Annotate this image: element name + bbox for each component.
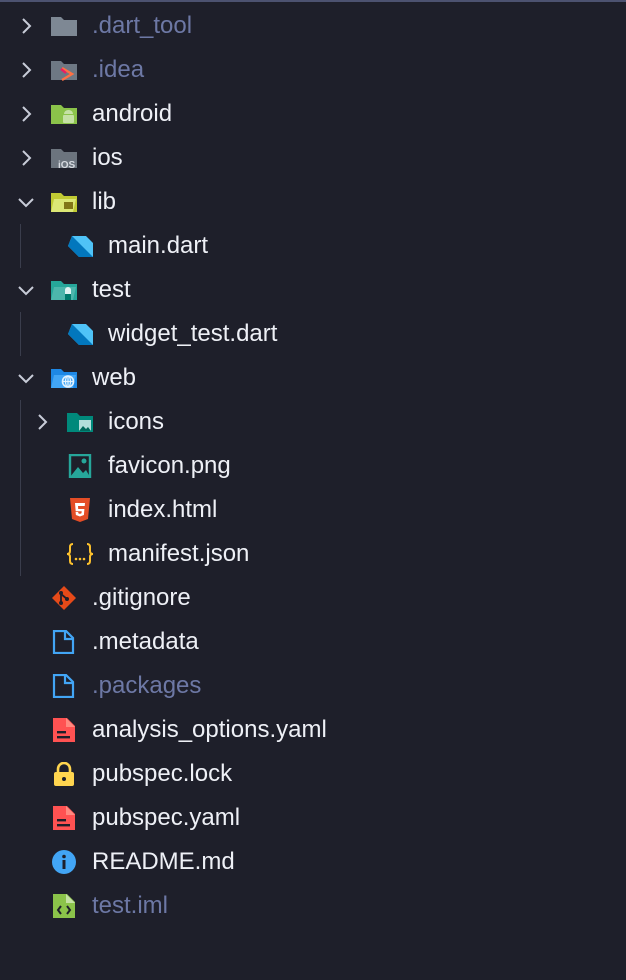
- test-folder-icon: [51, 281, 77, 300]
- tree-item-label: main.dart: [108, 232, 209, 259]
- file-icon: [52, 674, 75, 698]
- chevron-right-icon[interactable]: [14, 14, 38, 38]
- chevron-right-icon[interactable]: [14, 58, 38, 82]
- tree-item-pubspec-lock[interactable]: pubspec.lock: [0, 752, 626, 796]
- tree-item-dart-tool[interactable]: .dart_tool: [0, 4, 626, 48]
- tree-item-label: android: [92, 100, 173, 127]
- tree-item-label: ios: [92, 144, 123, 171]
- chevron-right-icon[interactable]: [30, 410, 54, 434]
- chevron-down-icon[interactable]: [14, 366, 38, 390]
- dart-icon: [68, 236, 93, 257]
- android-folder-icon: [51, 105, 77, 124]
- tree-item-ios[interactable]: iOS ios: [0, 136, 626, 180]
- yaml-icon: [53, 806, 75, 830]
- tree-item-label: lib: [92, 188, 117, 215]
- lib-folder-icon: [51, 193, 77, 212]
- tree-item-manifest-json[interactable]: manifest.json: [0, 532, 626, 576]
- tree-item-test[interactable]: test: [0, 268, 626, 312]
- git-icon: [52, 586, 76, 610]
- tree-item-label: test: [92, 276, 131, 303]
- chevron-right-icon[interactable]: [14, 102, 38, 126]
- tree-item-label: .dart_tool: [92, 12, 193, 39]
- tree-item-test-iml[interactable]: test.iml: [0, 884, 626, 928]
- tree-item-label: widget_test.dart: [108, 320, 278, 347]
- tree-item-index-html[interactable]: index.html: [0, 488, 626, 532]
- file-explorer: .dart_tool .idea android iOS ios lib mai…: [0, 0, 626, 980]
- tree-item-label: .packages: [92, 672, 202, 699]
- dart-icon: [68, 324, 93, 345]
- tree-item-label: icons: [108, 408, 165, 435]
- tree-item-label: web: [92, 364, 137, 391]
- svg-text:iOS: iOS: [58, 160, 76, 170]
- tree-item-favicon-png[interactable]: favicon.png: [0, 444, 626, 488]
- images-folder-icon: [67, 413, 93, 432]
- tree-item-label: manifest.json: [108, 540, 250, 567]
- chevron-down-icon[interactable]: [14, 278, 38, 302]
- image-icon: [68, 454, 92, 478]
- lock-icon: [54, 762, 74, 786]
- tree-item-analysis-options-yaml[interactable]: analysis_options.yaml: [0, 708, 626, 752]
- tree-item-label: favicon.png: [108, 452, 231, 479]
- folder-icon: [51, 17, 77, 36]
- info-icon: [52, 850, 76, 874]
- tree-item-android[interactable]: android: [0, 92, 626, 136]
- tree-item-gitignore[interactable]: .gitignore: [0, 576, 626, 620]
- tree-item-web[interactable]: web: [0, 356, 626, 400]
- tree-item-label: README.md: [92, 848, 235, 875]
- json-icon: [66, 543, 94, 565]
- tree-item-packages[interactable]: .packages: [0, 664, 626, 708]
- chevron-down-icon[interactable]: [14, 190, 38, 214]
- tree-item-lib[interactable]: lib: [0, 180, 626, 224]
- idea-folder-icon: [51, 61, 77, 82]
- tree-item-label: analysis_options.yaml: [92, 716, 327, 743]
- iml-icon: [53, 894, 75, 918]
- tree-item-pubspec-yaml[interactable]: pubspec.yaml: [0, 796, 626, 840]
- file-icon: [52, 630, 75, 654]
- chevron-right-icon[interactable]: [14, 146, 38, 170]
- tree-item-label: test.iml: [92, 892, 169, 919]
- tree-item-icons[interactable]: icons: [0, 400, 626, 444]
- tree-item-widget-test-dart[interactable]: widget_test.dart: [0, 312, 626, 356]
- tree-item-label: .idea: [92, 56, 145, 83]
- tree-item-label: .metadata: [92, 628, 199, 655]
- tree-item-idea[interactable]: .idea: [0, 48, 626, 92]
- web-folder-icon: [51, 369, 77, 388]
- yaml-icon: [53, 718, 75, 742]
- tree-item-label: pubspec.yaml: [92, 804, 241, 831]
- tree-item-label: index.html: [108, 496, 218, 523]
- tree-item-label: pubspec.lock: [92, 760, 233, 787]
- tree-item-metadata[interactable]: .metadata: [0, 620, 626, 664]
- tree-item-label: .gitignore: [92, 584, 191, 611]
- html-icon: [70, 498, 90, 522]
- tree-item-main-dart[interactable]: main.dart: [0, 224, 626, 268]
- ios-folder-icon: iOS: [51, 149, 77, 170]
- tree-item-readme-md[interactable]: README.md: [0, 840, 626, 884]
